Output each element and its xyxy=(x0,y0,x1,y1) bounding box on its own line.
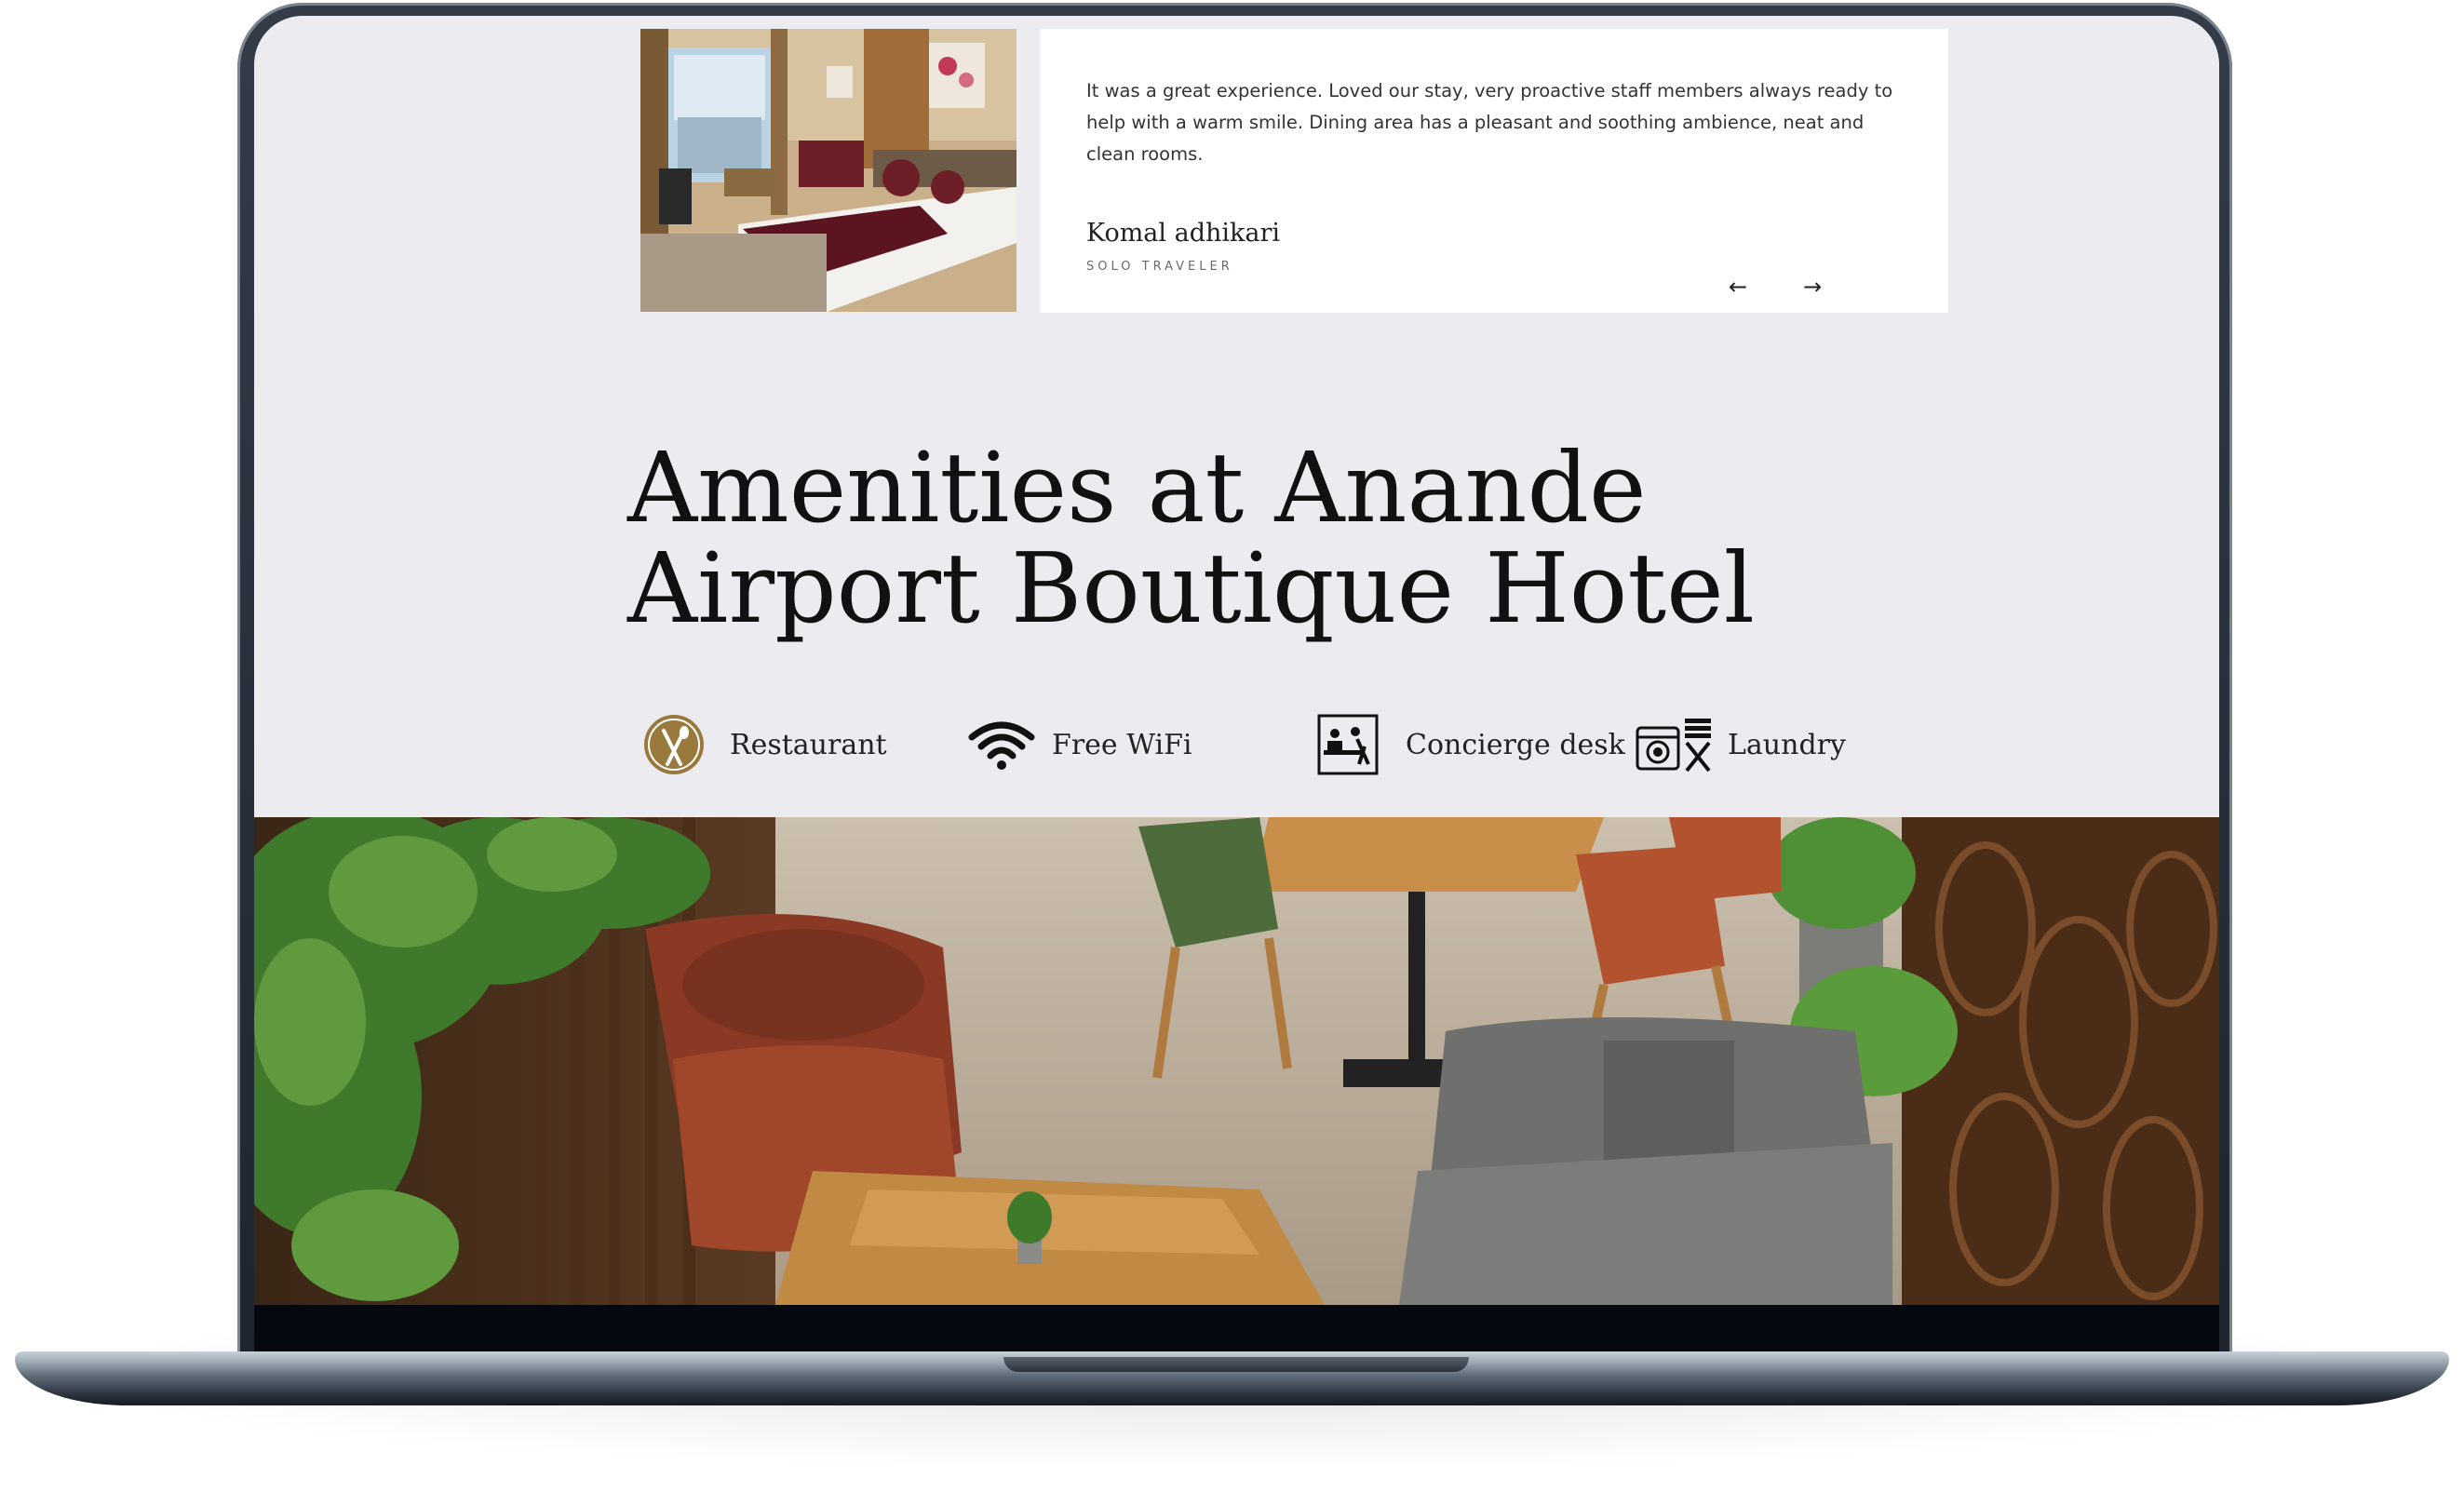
amenity-label-restaurant: Restaurant xyxy=(730,728,887,761)
amenity-label-laundry: Laundry xyxy=(1728,728,1846,761)
amenity-label-concierge: Concierge desk xyxy=(1406,728,1625,761)
laptop-notch xyxy=(1003,1357,1469,1372)
arrow-right-icon: → xyxy=(1802,274,1823,300)
lounge-photo xyxy=(254,817,2219,1305)
amenity-label-wifi: Free WiFi xyxy=(1052,728,1192,761)
next-arrow-button[interactable]: → xyxy=(1798,273,1826,301)
amenity-laundry: Laundry xyxy=(1635,708,1846,781)
testimonial-card: It was a great experience. Loved our sta… xyxy=(1040,29,1948,313)
laptop-chin xyxy=(254,1305,2219,1357)
laundry-icon xyxy=(1635,709,1715,780)
amenity-concierge: Concierge desk xyxy=(1313,708,1625,781)
wifi-icon xyxy=(966,709,1037,780)
amenities-title: Amenities at Anande Airport Boutique Hot… xyxy=(627,431,1755,645)
arrow-left-icon: ← xyxy=(1728,274,1748,300)
testimonial-quote: It was a great experience. Loved our sta… xyxy=(1086,80,1893,165)
testimonial-role: SOLO TRAVELER xyxy=(1086,260,1233,274)
concierge-icon xyxy=(1313,709,1383,780)
amenity-wifi: Free WiFi xyxy=(966,708,1192,781)
amenity-restaurant: Restaurant xyxy=(639,708,887,781)
testimonial-author: Komal adhikari xyxy=(1086,219,1281,248)
laptop-screen: It was a great experience. Loved our sta… xyxy=(254,16,2219,1305)
restaurant-icon xyxy=(639,709,709,780)
testimonial-room-photo xyxy=(640,29,1017,312)
prev-arrow-button[interactable]: ← xyxy=(1724,273,1752,301)
